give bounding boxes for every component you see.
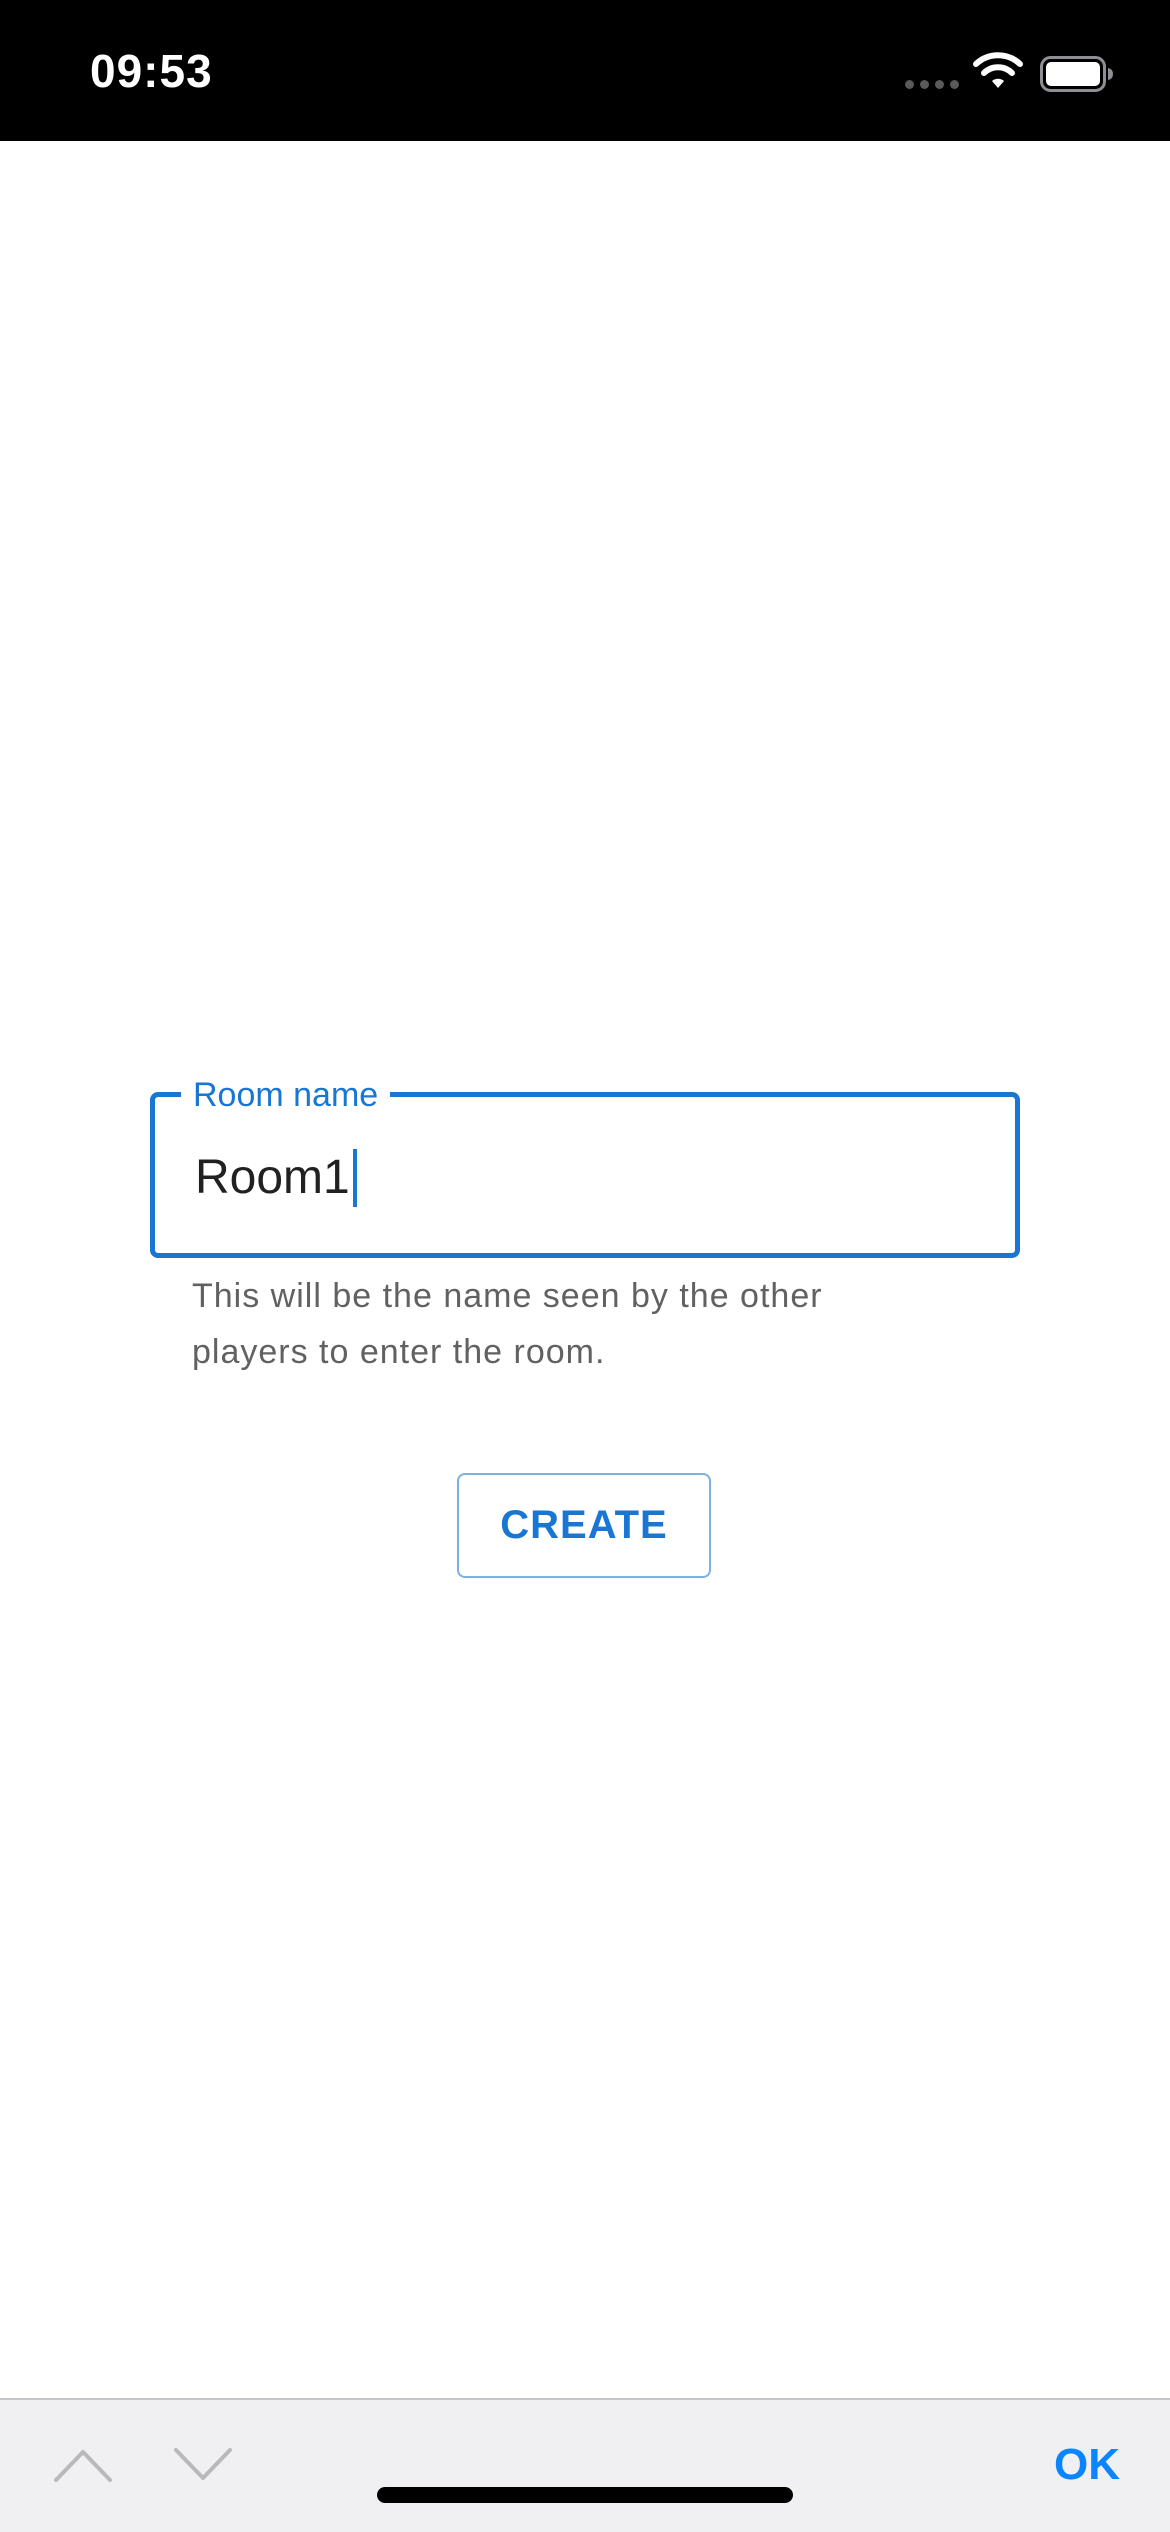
chevron-up-icon[interactable] [52, 2444, 114, 2484]
chevron-down-icon[interactable] [172, 2444, 234, 2484]
status-time: 09:53 [90, 45, 213, 97]
room-name-field[interactable]: Room name Room1 [150, 1075, 1020, 1258]
wifi-icon [973, 52, 1023, 88]
status-bar: 09:53 [0, 0, 1170, 141]
signal-dots-icon [905, 80, 959, 89]
room-name-helper-text: This will be the name seen by the other … [192, 1268, 952, 1380]
home-indicator[interactable] [377, 2487, 793, 2503]
battery-icon [1040, 56, 1113, 92]
text-cursor [352, 1149, 357, 1207]
keyboard-accessory-bar: OK [0, 2398, 1170, 2532]
create-button[interactable]: CREATE [457, 1473, 711, 1578]
room-name-input[interactable]: Room1 [195, 1149, 357, 1207]
helper-text-line-2: players to enter the room. [192, 1333, 606, 1371]
keyboard-ok-button[interactable]: OK [1054, 2440, 1120, 2490]
room-name-value: Room1 [195, 1151, 350, 1204]
room-name-label: Room name [181, 1075, 391, 1115]
helper-text-line-1: This will be the name seen by the other [192, 1277, 823, 1315]
